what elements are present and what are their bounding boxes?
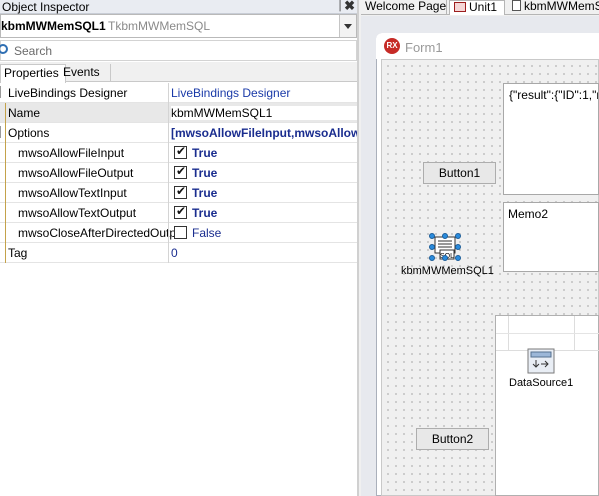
column-divider xyxy=(168,103,169,123)
datasource-component[interactable] xyxy=(527,348,555,374)
tree-guide-line xyxy=(5,103,6,263)
selection-handle[interactable] xyxy=(455,233,461,239)
object-inspector-title-bar: Object Inspector │ ✖ xyxy=(0,0,358,14)
component-name: kbmMWMemSQL1 xyxy=(1,19,106,33)
property-checkbox[interactable] xyxy=(174,144,187,159)
column-divider xyxy=(168,223,169,243)
component-class: TkbmMWMemSQL xyxy=(108,19,210,33)
tab-events[interactable]: Events xyxy=(60,64,111,82)
column-divider xyxy=(168,123,169,143)
column-divider xyxy=(168,143,169,163)
selection-handle[interactable] xyxy=(455,244,461,250)
document-icon xyxy=(512,0,521,11)
property-row-livebindings[interactable]: LiveBindings Designer LiveBindings Desig… xyxy=(0,83,357,103)
chevron-down-icon[interactable] xyxy=(339,15,356,37)
tab-label: Welcome Page xyxy=(365,0,447,13)
property-value-input[interactable]: kbmMWMemSQL1 xyxy=(171,106,357,120)
property-row-options[interactable]: Options [mwsoAllowFileInput,mwsoAllowFil… xyxy=(0,123,357,143)
form-app-icon: RX xyxy=(384,38,400,54)
search-placeholder: Search xyxy=(14,44,53,58)
selection-handle[interactable] xyxy=(429,255,435,261)
property-row-allowfileinput[interactable]: mwsoAllowFileInput True xyxy=(0,143,357,163)
property-grid: LiveBindings Designer LiveBindings Desig… xyxy=(0,83,357,263)
property-checkbox[interactable] xyxy=(174,184,187,199)
column-divider xyxy=(168,83,169,103)
column-divider xyxy=(168,183,169,203)
property-row-closeafterdirectedoutput[interactable]: mwsoCloseAfterDirectedOutput False xyxy=(0,223,357,243)
property-value: True xyxy=(192,206,218,220)
property-row-allowfileoutput[interactable]: mwsoAllowFileOutput True xyxy=(0,163,357,183)
form-title: Form1 xyxy=(405,40,443,55)
property-name: LiveBindings Designer xyxy=(8,86,128,100)
dbgrid[interactable] xyxy=(495,315,599,496)
property-value: True xyxy=(192,186,218,200)
property-row-tag[interactable]: Tag 0 xyxy=(0,243,357,263)
memo1[interactable]: {"result":{"ID":1,"n xyxy=(503,83,599,195)
column-divider xyxy=(168,243,169,263)
tab-welcome-page[interactable]: Welcome Page xyxy=(361,0,447,15)
button2[interactable]: Button2 xyxy=(416,428,489,450)
property-search-field[interactable]: Search xyxy=(0,40,357,61)
property-name: Options xyxy=(8,126,50,140)
memsql-component-label: kbmMWMemSQL1 xyxy=(401,265,494,277)
property-value: False xyxy=(192,226,222,240)
property-name: Name xyxy=(8,106,168,120)
editor-tabs: Welcome Page Unit1 kbmMWMemSQL xyxy=(361,0,599,15)
tab-kbmmwmemsql[interactable]: kbmMWMemSQL xyxy=(508,0,599,15)
property-name: mwsoAllowTextOutput xyxy=(18,206,137,220)
datasource-component-label: DataSource1 xyxy=(509,377,574,389)
form-file-icon xyxy=(454,2,466,12)
property-checkbox[interactable] xyxy=(174,204,187,219)
datasource-icon xyxy=(527,348,555,374)
expand-icon[interactable] xyxy=(0,86,5,98)
property-row-name[interactable]: Name kbmMWMemSQL1 xyxy=(0,103,357,123)
property-value[interactable]: 0 xyxy=(171,246,357,260)
property-name: mwsoAllowFileInput xyxy=(18,146,125,160)
tab-properties[interactable]: Properties xyxy=(0,64,66,83)
selection-handle[interactable] xyxy=(429,233,435,239)
inspector-tabs: Properties Events xyxy=(0,62,357,83)
property-name: mwsoAllowTextInput xyxy=(18,186,127,200)
property-value[interactable]: [mwsoAllowFileInput,mwsoAllowFileOutput,… xyxy=(171,126,357,140)
tab-unit1[interactable]: Unit1 xyxy=(449,0,505,15)
property-name: Tag xyxy=(8,246,28,260)
selection-handle[interactable] xyxy=(429,244,435,250)
panel-splitter[interactable] xyxy=(357,0,359,496)
selection-handle[interactable] xyxy=(455,255,461,261)
tab-label: kbmMWMemSQL xyxy=(524,0,599,13)
property-row-allowtextoutput[interactable]: mwsoAllowTextOutput True xyxy=(0,203,357,223)
component-selector[interactable]: kbmMWMemSQL1 TkbmMWMemSQL xyxy=(0,14,357,38)
memo2-text: Memo2 xyxy=(508,207,549,221)
close-icon[interactable]: ✖ xyxy=(344,0,355,14)
property-checkbox[interactable] xyxy=(174,164,187,179)
object-inspector-title: Object Inspector xyxy=(2,0,90,14)
selection-handle[interactable] xyxy=(442,233,448,239)
grid-row-divider xyxy=(496,333,599,334)
tab-label: Unit1 xyxy=(469,0,498,14)
property-value: True xyxy=(192,166,218,180)
button1[interactable]: Button1 xyxy=(423,162,496,184)
search-icon xyxy=(0,44,8,54)
property-value: True xyxy=(192,146,218,160)
property-row-allowtextinput[interactable]: mwsoAllowTextInput True xyxy=(0,183,357,203)
column-divider xyxy=(168,163,169,183)
pin-icon[interactable]: │ xyxy=(337,0,344,11)
property-name: mwsoAllowFileOutput xyxy=(18,166,134,180)
property-name: mwsoCloseAfterDirectedOutput xyxy=(18,226,178,240)
memo2[interactable]: Memo2 xyxy=(503,202,599,272)
selection-handle[interactable] xyxy=(442,255,448,261)
memsql-component[interactable]: SQL xyxy=(429,233,461,261)
property-checkbox[interactable] xyxy=(174,226,187,239)
property-value[interactable]: LiveBindings Designer xyxy=(171,86,357,100)
memo1-text: {"result":{"ID":1,"n xyxy=(509,88,599,102)
column-divider xyxy=(168,203,169,223)
